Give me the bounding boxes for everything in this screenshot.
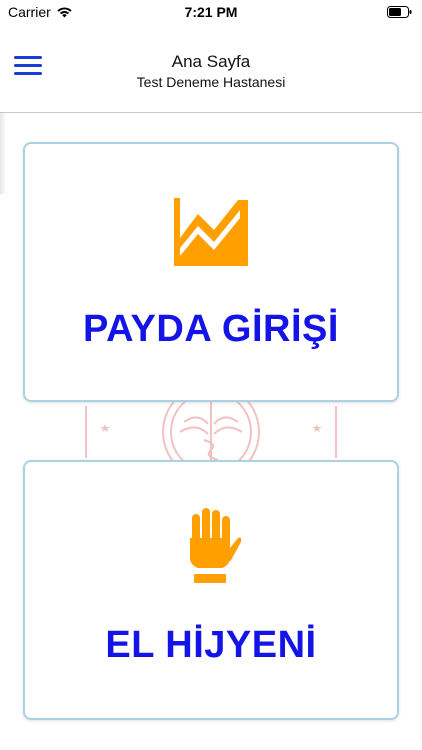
status-bar: Carrier 7:21 PM [0,0,422,24]
el-hijyeni-card[interactable]: EL HİJYENİ [23,460,399,720]
hand-icon [190,508,242,583]
battery-icon [387,6,412,18]
el-hijyeni-label: EL HİJYENİ [105,624,317,666]
page-title: Ana Sayfa [171,52,251,71]
app-screen: Carrier 7:21 PM Ana Sayfa Test Deneme Ha… [0,0,422,750]
status-time: 7:21 PM [184,4,238,20]
nav-divider [0,112,422,113]
page-subtitle: Test Deneme Hastanesi [136,74,286,90]
area-chart-icon [174,198,248,266]
payda-girisi-label: PAYDA GİRİŞİ [83,308,339,350]
payda-girisi-card[interactable]: PAYDA GİRİŞİ [23,142,399,402]
navigation-bar: Ana Sayfa Test Deneme Hastanesi [0,24,422,112]
